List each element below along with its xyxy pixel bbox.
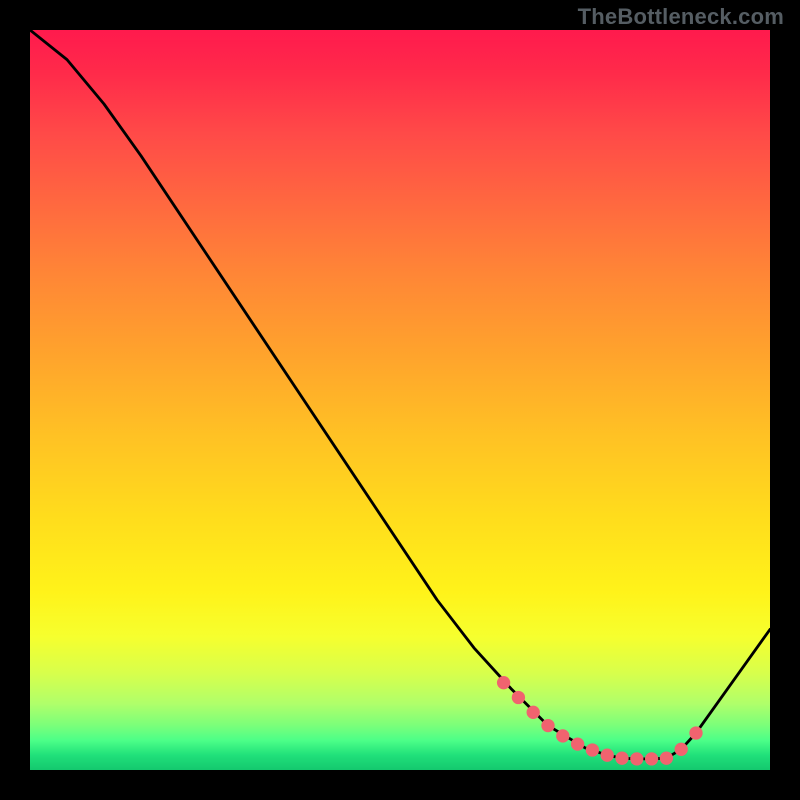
- optimal-marker: [556, 729, 569, 742]
- optimal-marker: [630, 752, 643, 765]
- optimal-marker: [512, 691, 525, 704]
- optimal-marker: [527, 706, 540, 719]
- optimal-marker: [645, 752, 658, 765]
- optimal-marker: [571, 737, 584, 750]
- bottleneck-curve-plot: [30, 30, 770, 770]
- optimal-marker: [660, 752, 673, 765]
- optimal-marker: [601, 749, 614, 762]
- optimal-marker: [586, 743, 599, 756]
- brand-label: TheBottleneck.com: [578, 4, 784, 30]
- optimal-marker: [497, 676, 510, 689]
- optimal-marker: [541, 719, 554, 732]
- optimal-marker: [615, 752, 628, 765]
- optimal-marker: [689, 726, 702, 739]
- chart-frame: TheBottleneck.com: [0, 0, 800, 800]
- bottleneck-curve: [30, 30, 770, 759]
- optimal-marker: [675, 743, 688, 756]
